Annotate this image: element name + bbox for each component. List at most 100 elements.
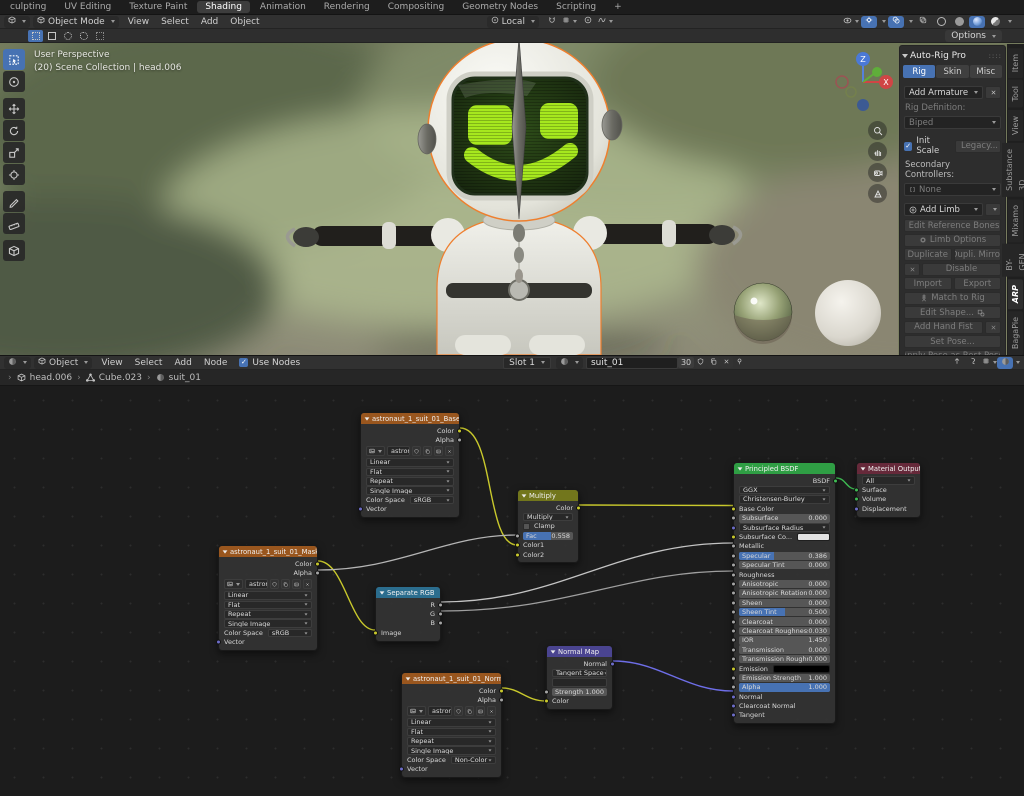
tool-annotate[interactable] — [3, 191, 25, 212]
pack-image-button[interactable] — [434, 446, 443, 456]
select-mode-lasso[interactable] — [76, 30, 91, 42]
mode-dropdown[interactable]: Object Mode — [33, 16, 119, 28]
sidebar-tab-mixamo[interactable]: Mixamo — [1008, 199, 1023, 242]
socket-gray[interactable] — [731, 638, 736, 643]
socket-yellow[interactable] — [315, 561, 320, 566]
socket-yellow[interactable] — [576, 505, 581, 510]
socket-yellow[interactable] — [373, 630, 378, 635]
single-image-dropdown[interactable]: Single Image — [224, 619, 312, 628]
anisotropic-rotation-slider[interactable]: Anisotropic Rotation0.000 — [739, 589, 830, 598]
socket-gray[interactable] — [731, 647, 736, 652]
socket-gray[interactable] — [731, 553, 736, 558]
unlink-image-button[interactable] — [303, 579, 312, 589]
options-dropdown[interactable]: Options — [945, 30, 1002, 42]
navigation-gizmo[interactable]: Z X — [832, 49, 894, 115]
subsurface-slider[interactable]: Subsurface0.000 — [739, 514, 830, 523]
legacy-button[interactable]: Legacy... — [955, 140, 1001, 153]
socket-purple[interactable] — [399, 767, 404, 772]
fake-user-button[interactable] — [270, 579, 279, 589]
socket-gray[interactable] — [438, 621, 443, 626]
tool-move[interactable] — [3, 98, 25, 119]
tool-measure[interactable] — [3, 213, 25, 234]
socket-yellow[interactable] — [731, 535, 736, 540]
socket-gray[interactable] — [731, 610, 736, 615]
socket-purple[interactable] — [731, 713, 736, 718]
unlink-material-button[interactable] — [720, 357, 733, 368]
rig-definition-dropdown[interactable]: Biped — [904, 116, 1001, 129]
node-header[interactable]: Principled BSDF — [734, 463, 835, 474]
proportional-edit-toggle[interactable] — [580, 16, 596, 28]
socket-yellow[interactable] — [515, 543, 520, 548]
image-name-field[interactable]: astronaut_1_suit... — [245, 579, 268, 589]
sidebar-tab-bagapie[interactable]: BagaPie — [1008, 311, 1023, 355]
material-users-count[interactable]: 30 — [678, 357, 694, 368]
socket-purple[interactable] — [358, 507, 363, 512]
socket-purple[interactable] — [854, 506, 859, 511]
gizmos-toggle[interactable] — [861, 16, 877, 28]
socket-gray[interactable] — [457, 438, 462, 443]
shading-material-button[interactable] — [969, 16, 985, 28]
use-nodes-checkbox[interactable]: ✓Use Nodes — [239, 358, 300, 368]
node-menu-node[interactable]: Node — [198, 358, 234, 368]
remove-armature-button[interactable] — [985, 86, 1001, 99]
node-overlays-dropdown[interactable] — [997, 357, 1013, 369]
pack-image-button[interactable] — [476, 706, 485, 716]
strength-slider[interactable]: Strength1.000 — [552, 688, 607, 697]
shading-wireframe-button[interactable] — [933, 16, 949, 28]
x-button[interactable] — [904, 263, 920, 276]
tab-skin[interactable]: Skin — [936, 65, 968, 78]
sheen-slider[interactable]: Sheen0.000 — [739, 599, 830, 608]
separate-rgb-node[interactable]: Separate RGBRGBImage — [375, 586, 441, 642]
disable-button[interactable]: Disable — [922, 263, 1001, 276]
clearcoat-roughness-slider[interactable]: Clearcoat Roughness0.030 — [739, 627, 830, 636]
image-texture-node-maskmap[interactable]: astronaut_1_suit_01_MaskMap.pngColorAlph… — [218, 545, 318, 651]
tool-add-cube[interactable] — [3, 240, 25, 261]
emission-color-swatch[interactable] — [773, 665, 830, 673]
init-scale-checkbox[interactable]: ✓Init Scale — [904, 136, 953, 156]
parent-node-tree-button[interactable] — [949, 357, 965, 369]
flat-dropdown[interactable]: Flat — [407, 728, 496, 737]
tool-cursor[interactable] — [3, 71, 25, 92]
proportional-falloff-dropdown[interactable] — [598, 16, 614, 28]
fake-user-button[interactable] — [412, 446, 421, 456]
tab-misc[interactable]: Misc — [970, 65, 1002, 78]
workspace-tab-item[interactable]: + — [606, 1, 630, 13]
socket-gray[interactable] — [731, 685, 736, 690]
unlink-image-button[interactable] — [445, 446, 454, 456]
linear-dropdown[interactable]: Linear — [224, 591, 312, 600]
tool-rotate[interactable] — [3, 120, 25, 141]
socket-gray[interactable] — [438, 612, 443, 617]
socket-purple[interactable] — [216, 640, 221, 645]
multiply-dropdown[interactable]: Multiply — [523, 513, 573, 522]
socket-green[interactable] — [833, 478, 838, 483]
material-slot-dropdown[interactable]: Slot 1 — [503, 357, 551, 369]
flat-dropdown[interactable]: Flat — [224, 601, 312, 610]
fake-user-button[interactable] — [454, 706, 463, 716]
subsurface-co-color-swatch[interactable] — [797, 533, 830, 541]
snap-toggle[interactable] — [544, 16, 560, 28]
sheen-tint-slider[interactable]: Sheen Tint0.500 — [739, 608, 830, 617]
workspace-tab-texture-paint[interactable]: Texture Paint — [121, 1, 195, 13]
pin-button[interactable] — [733, 357, 746, 368]
material-browse-dropdown[interactable] — [556, 357, 583, 369]
image-texture-node-normaltex[interactable]: astronaut_1_suit_01_Normal.pngColorAlpha… — [401, 672, 502, 778]
socket-gray[interactable] — [731, 563, 736, 568]
zoom-button[interactable] — [868, 121, 887, 140]
copy-image-button[interactable] — [465, 706, 474, 716]
socket-gray[interactable] — [731, 544, 736, 549]
editor-type-shader-button[interactable] — [4, 357, 31, 369]
specular-tint-slider[interactable]: Specular Tint0.000 — [739, 561, 830, 570]
breadcrumb-cube-023[interactable]: Cube.023 — [86, 373, 142, 383]
pack-image-button[interactable] — [292, 579, 301, 589]
socket-purple[interactable] — [731, 694, 736, 699]
viewport-3d[interactable]: Options — [0, 29, 1024, 355]
node-header[interactable]: astronaut_1_suit_01_BaseMap.png — [361, 413, 459, 424]
node-header[interactable]: Separate RGB — [376, 587, 440, 598]
workspace-tab-shading[interactable]: Shading — [197, 1, 250, 13]
overlays-toggle[interactable] — [888, 16, 904, 28]
secondary-controllers-dropdown[interactable]: None — [904, 183, 1001, 196]
panel-header-auto-rig-pro[interactable]: Auto-Rig Pro:::: — [903, 49, 1002, 62]
socket-gray[interactable] — [499, 698, 504, 703]
emission-strength-slider[interactable]: Emission Strength1.000 — [739, 674, 830, 683]
socket-purple[interactable] — [731, 704, 736, 709]
